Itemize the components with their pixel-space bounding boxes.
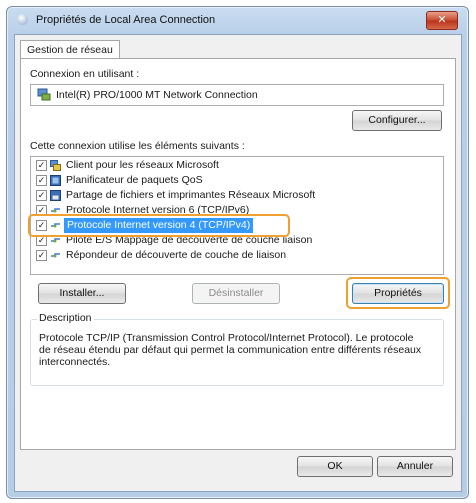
tab-panel: Connexion en utilisant : Intel(R) PRO/10…	[20, 58, 456, 450]
qos-scheduler-icon	[50, 175, 61, 186]
adapter-field: Intel(R) PRO/1000 MT Network Connection	[30, 84, 444, 106]
item-checkbox[interactable]: ✓	[36, 160, 47, 171]
properties-dialog: Propriétés de Local Area Connection ✕ Ge…	[6, 6, 469, 499]
network-window-icon	[17, 14, 28, 25]
item-checkbox[interactable]: ✓	[36, 220, 47, 231]
item-checkbox[interactable]: ✓	[36, 250, 47, 261]
adapter-name: Intel(R) PRO/1000 MT Network Connection	[56, 89, 258, 101]
item-checkbox[interactable]: ✓	[36, 205, 47, 216]
item-label: Protocole Internet version 4 (TCP/IPv4)	[64, 218, 254, 233]
dialog-client-area: Gestion de réseau Connexion en utilisant…	[14, 34, 462, 492]
network-adapter-icon	[37, 88, 51, 101]
item-label: Client pour les réseaux Microsoft	[66, 159, 219, 171]
title-bar: Propriétés de Local Area Connection ✕	[7, 7, 468, 33]
close-button[interactable]: ✕	[426, 11, 458, 30]
configure-button[interactable]: Configurer...	[352, 110, 442, 131]
tab-networking[interactable]: Gestion de réseau	[20, 40, 120, 59]
components-list[interactable]: ✓ Client pour les réseaux Microsoft ✓ Pl…	[30, 156, 444, 275]
description-text: Protocole TCP/IP (Transmission Control P…	[39, 332, 422, 368]
uninstall-button[interactable]: Désinstaller	[192, 283, 280, 304]
item-label: Protocole Internet version 6 (TCP/IPv6)	[66, 204, 250, 216]
item-checkbox[interactable]: ✓	[36, 175, 47, 186]
item-label: Pilote E/S Mappage de découverte de couc…	[66, 234, 313, 246]
item-label: Partage de fichiers et imprimantes Résea…	[66, 189, 316, 201]
file-sharing-icon	[50, 190, 61, 201]
description-legend: Description	[37, 312, 94, 324]
protocol-icon	[51, 253, 60, 258]
item-checkbox[interactable]: ✓	[36, 190, 47, 201]
protocol-icon	[51, 223, 60, 228]
description-group: Description Protocole TCP/IP (Transmissi…	[30, 312, 444, 386]
properties-button[interactable]: Propriétés	[352, 283, 444, 304]
cancel-button[interactable]: Annuler	[377, 456, 453, 477]
protocol-icon	[51, 238, 60, 243]
ok-button[interactable]: OK	[297, 456, 373, 477]
protocol-icon	[51, 208, 60, 213]
item-checkbox[interactable]: ✓	[36, 235, 47, 246]
window-title: Propriétés de Local Area Connection	[36, 14, 216, 26]
connect-using-label: Connexion en utilisant :	[30, 68, 140, 80]
item-label: Répondeur de découverte de couche de lia…	[66, 249, 287, 261]
items-label: Cette connexion utilise les éléments sui…	[30, 140, 245, 152]
network-client-icon	[50, 160, 61, 171]
item-label: Planificateur de paquets QoS	[66, 174, 203, 186]
install-button[interactable]: Installer...	[38, 283, 126, 304]
